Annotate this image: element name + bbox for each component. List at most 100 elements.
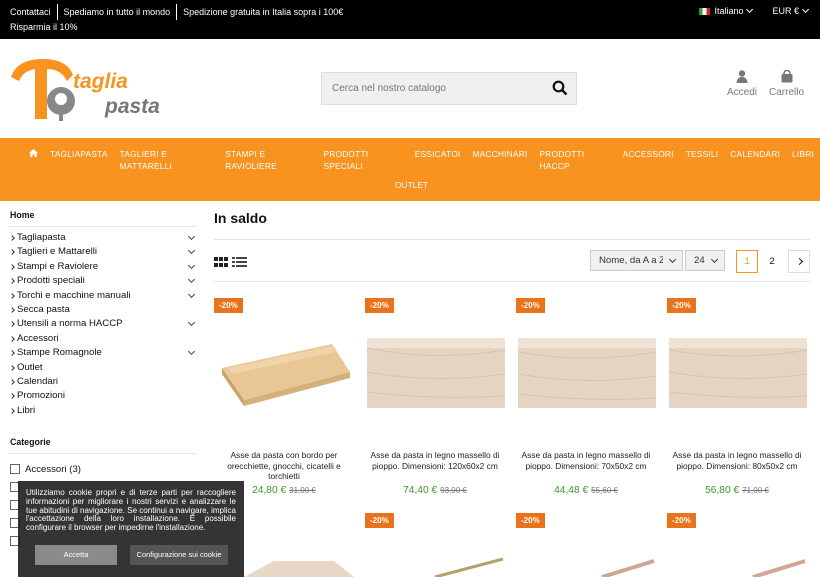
account-link[interactable]: Accedi: [727, 70, 757, 98]
product-card[interactable]: -20% Asse da pasta in legno massello di …: [365, 298, 505, 498]
nav-item-calendari[interactable]: CALENDARI: [724, 148, 786, 172]
old-price: 31,00 €: [289, 486, 316, 495]
cookie-settings-button[interactable]: Configurazione sui cookie: [130, 545, 228, 565]
nav-item-tessili[interactable]: TESSILI: [680, 148, 725, 172]
sidebar-item[interactable]: Stampe Romagnole: [10, 346, 196, 360]
shopping-bag-icon: [781, 70, 792, 83]
nav-item-libri[interactable]: LIBRI: [786, 148, 820, 172]
sidebar-item[interactable]: Utensili a norma HACCP: [10, 317, 196, 331]
grid-view-icon[interactable]: [214, 257, 228, 267]
nav-item-outlet[interactable]: OUTLET: [395, 180, 428, 190]
current-price: 56,80 €: [705, 485, 740, 496]
next-page-button[interactable]: [788, 250, 810, 273]
product-name[interactable]: Asse da pasta con bordo per orecchiette,…: [214, 450, 354, 482]
list-view-icon[interactable]: [232, 257, 247, 267]
sidebar-item[interactable]: Torchi e macchine manuali: [10, 289, 196, 303]
product-image[interactable]: [214, 338, 354, 408]
chevron-down-icon[interactable]: [187, 290, 196, 298]
sort-select[interactable]: Nome, da A a Z: [590, 250, 683, 271]
product-image[interactable]: [365, 338, 505, 408]
chevron-down-icon[interactable]: [187, 276, 196, 284]
chevron-down-icon[interactable]: [187, 348, 196, 356]
sidebar-item-label: Tagliapasta: [17, 232, 66, 243]
language-label: Italiano: [714, 6, 744, 16]
chevron-right-icon: [795, 257, 803, 266]
product-image[interactable]: [667, 553, 807, 577]
accept-cookies-button[interactable]: Accetta: [35, 545, 117, 565]
product-image[interactable]: [365, 553, 505, 577]
currency-selector[interactable]: EUR €: [772, 5, 810, 16]
product-image[interactable]: [667, 338, 807, 408]
product-card[interactable]: -20%: [667, 513, 807, 577]
top-links: Contattaci Spediamo in tutto il mondo Sp…: [4, 4, 349, 20]
product-card[interactable]: -20% Asse da pasta in legno massello di …: [516, 298, 656, 498]
worldwide-shipping-link[interactable]: Spediamo in tutto il mondo: [58, 4, 178, 20]
nav-item-prodotti-speciali[interactable]: PRODOTTI SPECIALI: [317, 148, 408, 172]
nav-item-essicatoi[interactable]: ESSICATOI: [409, 148, 467, 172]
site-header: taglia pasta Accedi Carrello: [0, 39, 820, 138]
home-nav-item[interactable]: [23, 148, 44, 172]
search-icon[interactable]: [552, 80, 568, 96]
nav-item-taglieri[interactable]: TAGLIERI E MATTARELLI: [114, 148, 220, 172]
discount-badge: -20%: [214, 298, 243, 313]
chevron-down-icon[interactable]: [187, 247, 196, 255]
contact-link[interactable]: Contattaci: [4, 4, 58, 20]
account-label: Accedi: [727, 87, 758, 98]
discount-badge: -20%: [667, 513, 696, 528]
nav-item-stampi[interactable]: STAMPI E RAVIOLIERE: [219, 148, 317, 172]
nav-item-haccp[interactable]: PRODOTTI HACCP: [533, 148, 616, 172]
sidebar-menu: Tagliapasta Taglieri e Mattarelli Stampi e…: [10, 231, 196, 418]
sidebar-item[interactable]: Promozioni: [10, 389, 196, 403]
sidebar-item-label: Calendari: [17, 375, 59, 387]
page-2-button[interactable]: 2: [761, 250, 783, 273]
product-image[interactable]: [516, 338, 656, 408]
product-card[interactable]: -20% Asse da pasta con bordo per orecchi…: [214, 298, 354, 498]
chevron-down-icon: [801, 5, 810, 14]
search-input[interactable]: [322, 73, 532, 104]
chevron-down-icon[interactable]: [187, 232, 196, 241]
checkbox[interactable]: [10, 464, 20, 475]
category-filter-item[interactable]: Accessori (3): [10, 460, 196, 478]
tagliapasta-logo[interactable]: taglia pasta: [9, 55, 179, 123]
nav-item-accessori[interactable]: ACCESSORI: [617, 148, 680, 172]
cart-link[interactable]: Carrello: [769, 70, 804, 98]
sidebar-item[interactable]: Outlet: [10, 361, 196, 375]
cookie-banner: Utilizziamo cookie propri e di terze par…: [18, 481, 244, 577]
product-name[interactable]: Asse da pasta in legno massello di piopp…: [365, 450, 505, 471]
current-price: 74,40 €: [403, 485, 438, 496]
product-price: 44,48 €55,60 €: [516, 485, 656, 496]
sidebar-item[interactable]: Secca pasta: [10, 303, 196, 317]
sidebar-item[interactable]: Stampi e Raviolere: [10, 260, 196, 274]
page-1-button[interactable]: 1: [736, 250, 758, 273]
main-nav: TAGLIAPASTA TAGLIERI E MATTARELLI STAMPI…: [0, 138, 820, 201]
product-name[interactable]: Asse da pasta in legno massello di piopp…: [667, 450, 807, 471]
old-price: 71,00 €: [742, 486, 769, 495]
sidebar-item[interactable]: Accessori: [10, 332, 196, 346]
product-name[interactable]: Asse da pasta in legno massello di piopp…: [516, 450, 656, 471]
per-page-select[interactable]: 24: [685, 250, 725, 271]
discount-badge: -20%: [667, 298, 696, 313]
sidebar-item[interactable]: Libri: [10, 404, 196, 418]
nav-item-tagliapasta[interactable]: TAGLIAPASTA: [44, 148, 114, 172]
sidebar-item[interactable]: Tagliapasta: [10, 231, 196, 245]
product-card[interactable]: -20%: [365, 513, 505, 577]
sidebar-item-label: Secca pasta: [17, 303, 70, 315]
language-selector[interactable]: Italiano: [699, 5, 754, 16]
discount-badge: -20%: [365, 513, 394, 528]
page-title: In saldo: [214, 210, 810, 240]
current-price: 44,48 €: [554, 485, 589, 496]
nav-item-macchinari[interactable]: MACCHINARI: [466, 148, 533, 172]
product-card[interactable]: -20% Asse da pasta in legno massello di …: [667, 298, 807, 498]
product-card[interactable]: -20%: [516, 513, 656, 577]
sidebar-item[interactable]: Taglieri e Mattarelli: [10, 245, 196, 259]
sidebar-item-label: Taglieri e Mattarelli: [17, 246, 97, 258]
chevron-down-icon[interactable]: [187, 319, 196, 327]
sidebar-item-label: Stampe Romagnole: [17, 347, 102, 359]
sidebar-item-label: Promozioni: [17, 390, 65, 402]
product-image[interactable]: [516, 553, 656, 577]
sidebar-item[interactable]: Calendari: [10, 375, 196, 389]
chevron-down-icon[interactable]: [187, 261, 196, 269]
free-shipping-link[interactable]: Spedizione gratuita in Italia sopra i 10…: [177, 4, 349, 20]
sidebar-home-title[interactable]: Home: [10, 210, 196, 227]
sidebar-item[interactable]: Prodotti speciali: [10, 274, 196, 288]
